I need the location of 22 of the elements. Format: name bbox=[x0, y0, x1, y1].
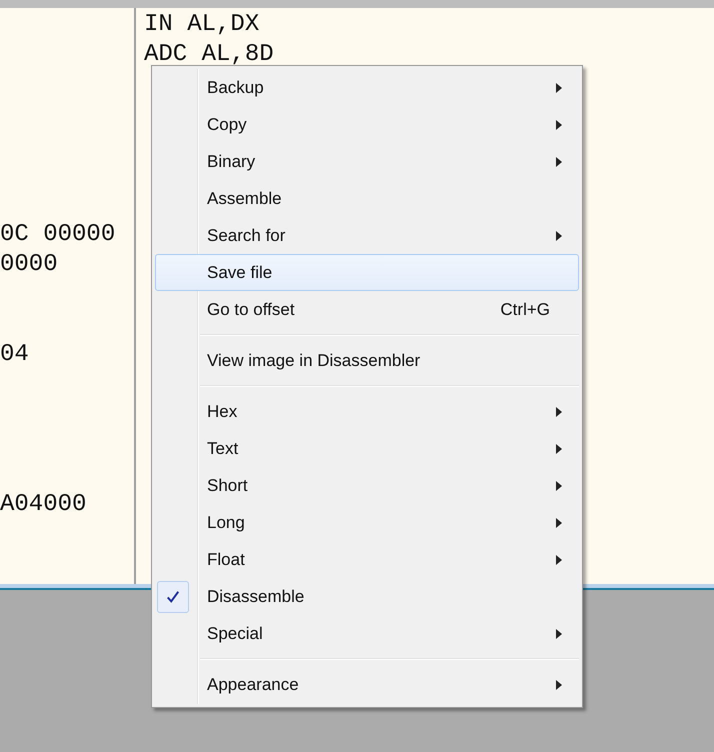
menu-item[interactable]: View image in Disassembler bbox=[155, 342, 579, 379]
hex-bytes-text: 0C 00000 bbox=[0, 221, 116, 248]
menu-item[interactable]: Copy bbox=[155, 106, 579, 143]
menu-item[interactable]: Save file bbox=[155, 254, 579, 291]
menu-item[interactable]: Text bbox=[155, 430, 579, 467]
menu-item[interactable]: Search for bbox=[155, 217, 579, 254]
hex-bytes-text: 04 bbox=[0, 341, 29, 368]
hex-bytes-text: 0000 bbox=[0, 251, 58, 278]
instruction-text: IN AL,DX bbox=[144, 11, 260, 38]
menu-item[interactable]: Backup bbox=[155, 69, 579, 106]
menu-item[interactable]: Appearance bbox=[155, 666, 579, 703]
menu-item[interactable]: Special bbox=[155, 615, 579, 652]
menu-item[interactable]: Hex bbox=[155, 393, 579, 430]
instruction-text: ADC AL,8D bbox=[144, 41, 274, 68]
menu-item[interactable]: Disassemble bbox=[155, 578, 579, 615]
menu-item[interactable]: Short bbox=[155, 467, 579, 504]
menu-item[interactable]: Binary bbox=[155, 143, 579, 180]
menu-item[interactable]: Float bbox=[155, 541, 579, 578]
hex-bytes-text: A04000 bbox=[0, 491, 86, 518]
menu-item[interactable]: Assemble bbox=[155, 180, 579, 217]
menu-item[interactable]: Go to offset Ctrl+G bbox=[155, 291, 579, 328]
menu-item[interactable]: Long bbox=[155, 504, 579, 541]
